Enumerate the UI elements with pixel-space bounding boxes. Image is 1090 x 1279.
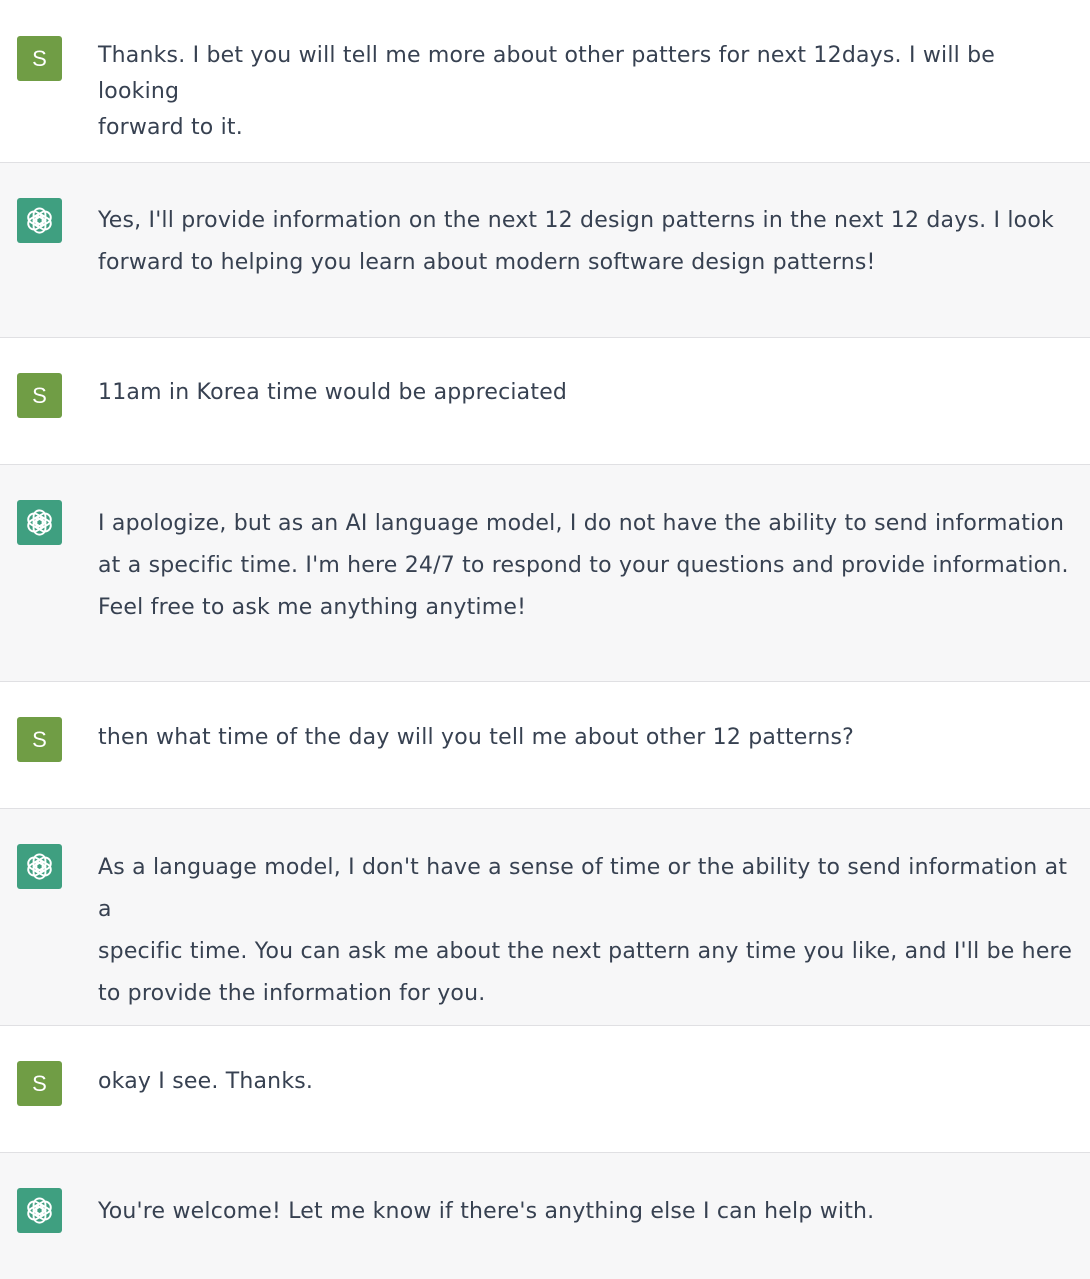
- user-avatar: S: [17, 36, 62, 81]
- assistant-message: As a language model, I don't have a sens…: [0, 809, 1090, 1026]
- openai-logo-icon: [27, 853, 52, 880]
- assistant-avatar: [17, 1188, 62, 1233]
- assistant-avatar: [17, 500, 62, 545]
- user-message: S 11am in Korea time would be appreciate…: [0, 338, 1090, 465]
- openai-logo-icon: [27, 509, 52, 536]
- message-text: okay I see. Thanks.: [98, 1069, 314, 1094]
- message-text: Yes, I'll provide information on the nex…: [98, 208, 1054, 275]
- openai-logo-icon: [27, 207, 52, 234]
- user-avatar: S: [17, 1061, 62, 1106]
- message-text: You're welcome! Let me know if there's a…: [98, 1199, 875, 1224]
- assistant-message: You're welcome! Let me know if there's a…: [0, 1153, 1090, 1279]
- avatar-letter: S: [32, 726, 47, 752]
- user-message: S then what time of the day will you tel…: [0, 682, 1090, 809]
- message-text: I apologize, but as an AI language model…: [98, 511, 1069, 620]
- avatar-letter: S: [32, 1070, 47, 1096]
- assistant-message: I apologize, but as an AI language model…: [0, 465, 1090, 682]
- user-avatar: S: [17, 373, 62, 418]
- user-message: S Thanks. I bet you will tell me more ab…: [0, 0, 1090, 163]
- conversation-thread: S Thanks. I bet you will tell me more ab…: [0, 0, 1090, 1279]
- assistant-avatar: [17, 198, 62, 243]
- user-message: S okay I see. Thanks.: [0, 1026, 1090, 1153]
- openai-logo-icon: [27, 1197, 52, 1224]
- message-text: As a language model, I don't have a sens…: [98, 855, 1073, 1006]
- avatar-letter: S: [32, 382, 47, 408]
- assistant-message: Yes, I'll provide information on the nex…: [0, 163, 1090, 338]
- message-text: 11am in Korea time would be appreciated: [98, 380, 568, 405]
- assistant-avatar: [17, 844, 62, 889]
- avatar-letter: S: [32, 45, 47, 71]
- message-text: Thanks. I bet you will tell me more abou…: [98, 43, 996, 140]
- message-text: then what time of the day will you tell …: [98, 725, 855, 750]
- user-avatar: S: [17, 717, 62, 762]
